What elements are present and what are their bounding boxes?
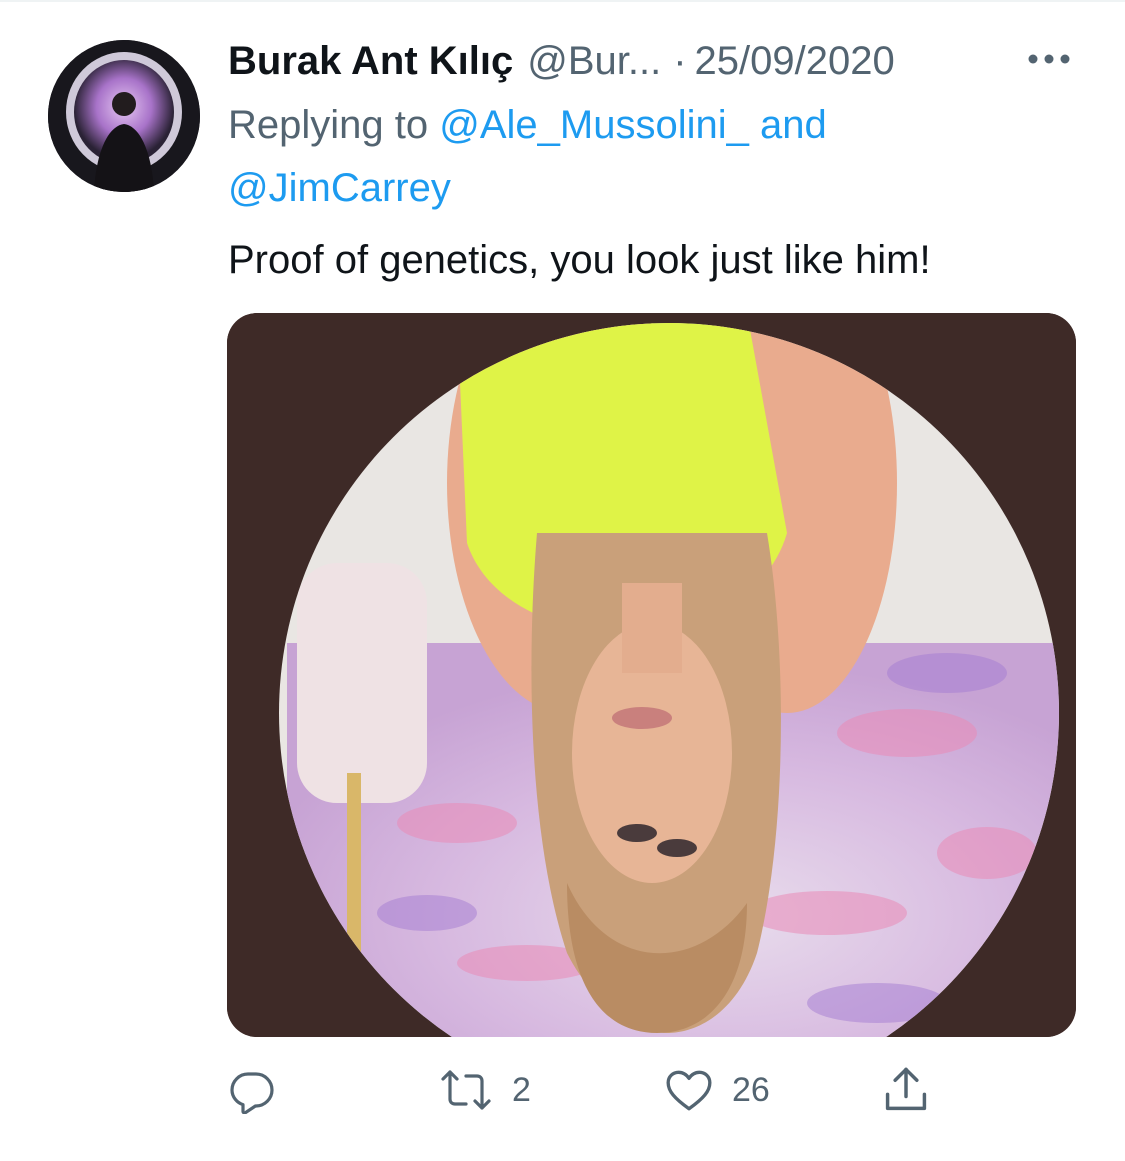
retweet-button[interactable]: 2 — [438, 1060, 531, 1120]
tweet-text: Proof of genetics, you look just like hi… — [228, 238, 931, 282]
mention-link[interactable]: @JimCarrey — [228, 166, 451, 210]
tweet-date[interactable]: 25/09/2020 — [695, 36, 895, 86]
like-button[interactable]: 26 — [664, 1060, 770, 1120]
separator-dot: · — [673, 39, 687, 83]
author-handle[interactable]: @Bur... — [527, 36, 661, 86]
mention-joiner: and — [760, 103, 827, 147]
avatar[interactable] — [48, 40, 200, 192]
mention-link[interactable]: @Ale_Mussolini_ — [439, 103, 749, 147]
retweet-icon — [441, 1070, 491, 1110]
top-divider — [0, 0, 1125, 2]
share-button[interactable] — [880, 1060, 932, 1120]
retweet-count: 2 — [512, 1070, 531, 1109]
replying-to: Replying to @Ale_Mussolini_ and @JimCarr… — [228, 94, 1048, 220]
reply-icon — [230, 1072, 274, 1114]
like-count: 26 — [732, 1070, 770, 1109]
reply-button[interactable] — [228, 1060, 276, 1120]
author-name[interactable]: Burak Ant Kılıç — [228, 36, 513, 86]
tweet-actions: 2 26 — [0, 1060, 1125, 1120]
share-icon — [885, 1067, 927, 1111]
avatar-image — [48, 40, 200, 192]
more-options-icon[interactable] — [1024, 42, 1074, 76]
tweet-media-image[interactable] — [227, 313, 1076, 1037]
heart-icon — [666, 1070, 712, 1111]
tweet-header: Burak Ant Kılıç @Bur... · 25/09/2020 — [228, 36, 895, 86]
replying-to-label: Replying to — [228, 103, 429, 147]
